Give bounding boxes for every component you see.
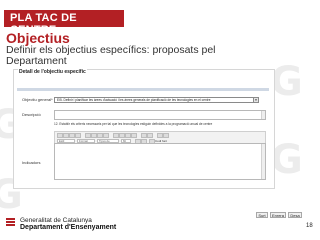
objective-general-select[interactable]: EI5. Definir i planificar les àrees d'ac… bbox=[54, 97, 259, 103]
description-field[interactable] bbox=[54, 110, 266, 120]
objective-detail-text: 12. Establir els criteris necessaris per… bbox=[54, 122, 213, 126]
indicators-editor[interactable] bbox=[54, 143, 266, 180]
org-name-line2: Departament d'Ensenyament bbox=[20, 224, 117, 231]
header-bar: PLA TAC DE CENTRE bbox=[4, 10, 124, 36]
exit-button[interactable]: Surt bbox=[256, 212, 268, 218]
toolbar-row-formatting bbox=[55, 132, 265, 138]
back-button[interactable]: Enrera bbox=[270, 212, 286, 218]
logo-stripe bbox=[6, 224, 15, 226]
description-scrollbar[interactable] bbox=[261, 111, 265, 119]
objective-general-label: Objectiu general* bbox=[22, 97, 53, 102]
indicators-label: Indicadors bbox=[22, 160, 41, 165]
generalitat-logo-icon bbox=[6, 218, 15, 227]
slide-subtitle: Definir els objectius específics: propos… bbox=[6, 44, 216, 67]
objective-detail-screen: Detall de l'objectiu específic Objectiu … bbox=[13, 69, 275, 189]
logo-stripe bbox=[6, 218, 15, 220]
page-number: 18 bbox=[306, 223, 313, 229]
org-name-line1: Generalitat de Catalunya bbox=[20, 217, 92, 224]
logo-stripe bbox=[6, 221, 15, 223]
indicators-scrollbar[interactable] bbox=[261, 144, 265, 179]
save-button[interactable]: Desa bbox=[288, 212, 302, 218]
chevron-down-icon[interactable]: ▼ bbox=[253, 98, 258, 102]
objective-general-value: EI5. Definir i planificar les àrees d'ac… bbox=[57, 98, 211, 102]
panel-separator-bar bbox=[17, 88, 269, 91]
description-label: Descripció bbox=[22, 112, 41, 117]
section-title: Detall de l'objectiu específic bbox=[18, 69, 87, 75]
